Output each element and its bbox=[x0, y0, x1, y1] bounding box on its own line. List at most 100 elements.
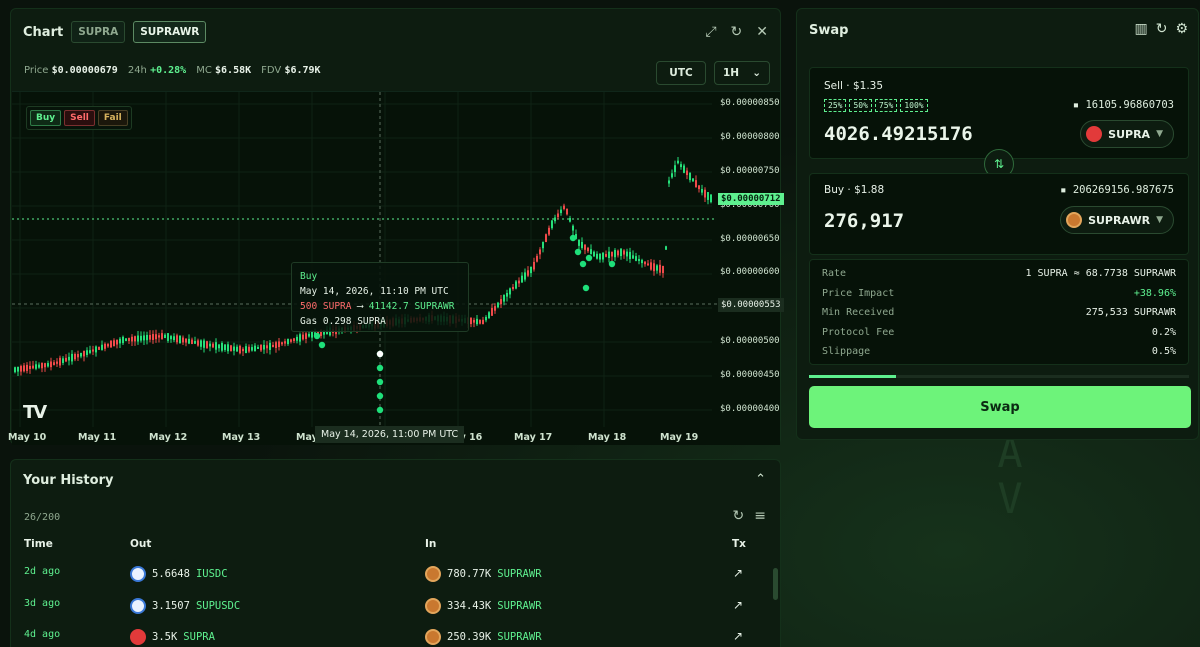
candle-body bbox=[233, 346, 235, 351]
fdv-value: $6.79K bbox=[284, 65, 321, 76]
tradingview-logo-icon[interactable]: TV bbox=[23, 402, 47, 423]
tab-supra[interactable]: SUPRA bbox=[71, 21, 126, 43]
arrow-right-icon: ⟶ bbox=[357, 301, 363, 312]
pct-100-button[interactable]: 100% bbox=[900, 99, 928, 112]
candle-body bbox=[152, 334, 154, 340]
candle-body bbox=[707, 192, 709, 200]
pct-50-button[interactable]: 50% bbox=[849, 99, 872, 112]
swap-button[interactable]: Swap bbox=[809, 386, 1191, 428]
candle-body bbox=[509, 288, 511, 295]
chart-panel: Chart SUPRA SUPRAWR ⤢ ↻ ✕ Price $0.00000… bbox=[8, 8, 784, 445]
slippage-row: Slippage 0.5% bbox=[822, 346, 1176, 357]
candle-body bbox=[263, 344, 265, 350]
in-symbol: SUPRAWR bbox=[497, 600, 542, 612]
candle-body bbox=[23, 365, 25, 372]
timeframe-value: 1H bbox=[723, 67, 740, 79]
suprawr-icon bbox=[425, 598, 441, 614]
chart-toggle-icon[interactable]: ▥ bbox=[1134, 21, 1147, 37]
out-symbol: SUPRA bbox=[183, 631, 215, 643]
candle-body bbox=[710, 194, 712, 203]
sell-token-select[interactable]: SUPRA ▼ bbox=[1080, 120, 1174, 148]
candle-body bbox=[680, 164, 682, 168]
legend-buy[interactable]: Buy bbox=[30, 110, 62, 126]
table-row: 3d ago 3.1507 SUPUSDC 334.43K SUPRAWR ↗ bbox=[11, 590, 771, 621]
candle-body bbox=[539, 249, 541, 255]
pct-75-button[interactable]: 75% bbox=[874, 99, 898, 112]
col-out: Out bbox=[130, 538, 152, 550]
candle-body bbox=[26, 364, 28, 371]
candle-body bbox=[227, 344, 229, 352]
row-time: 2d ago bbox=[24, 566, 61, 577]
candle-body bbox=[122, 336, 124, 344]
in-amount: 334.43K bbox=[447, 600, 492, 612]
min-received-row: Min Received 275,533 SUPRAWR bbox=[822, 307, 1176, 318]
candle-body bbox=[611, 251, 613, 257]
caret-down-icon: ▼ bbox=[1156, 215, 1163, 225]
sell-amount-input[interactable]: 4026.49215176 bbox=[824, 123, 973, 145]
candle-body bbox=[239, 345, 241, 354]
gear-icon[interactable]: ⚙ bbox=[1175, 21, 1188, 37]
candle-body bbox=[641, 259, 643, 264]
external-link-icon[interactable]: ↗ bbox=[733, 598, 743, 612]
refresh-icon[interactable]: ↻ bbox=[733, 508, 745, 524]
candle-body bbox=[56, 361, 58, 364]
candle-body bbox=[74, 354, 76, 360]
candle-body bbox=[275, 342, 277, 348]
candle-body bbox=[44, 363, 46, 368]
candle-body bbox=[137, 335, 139, 342]
candle-body bbox=[68, 356, 70, 361]
candle-body bbox=[596, 253, 598, 259]
expand-icon[interactable]: ⤢ bbox=[705, 24, 716, 40]
external-link-icon[interactable]: ↗ bbox=[733, 629, 743, 643]
candle-body bbox=[290, 339, 292, 342]
change-label: 24h bbox=[127, 65, 147, 76]
close-icon[interactable]: ✕ bbox=[756, 24, 768, 40]
price-value: $0.00000679 bbox=[51, 65, 118, 76]
candle-body bbox=[626, 251, 628, 257]
candle-body bbox=[593, 251, 595, 257]
history-title: Your History bbox=[23, 473, 114, 488]
candle-body bbox=[659, 264, 661, 273]
timeframe-select[interactable]: 1H ⌄ bbox=[714, 61, 770, 85]
candle-body bbox=[257, 346, 259, 350]
candle-body bbox=[92, 349, 94, 352]
candle-body bbox=[608, 251, 610, 259]
legend-sell[interactable]: Sell bbox=[64, 110, 95, 126]
filter-icon[interactable]: ≡ bbox=[754, 508, 766, 524]
buy-token-select[interactable]: SUPRAWR ▼ bbox=[1060, 206, 1174, 234]
x-tick-label: May 17 bbox=[514, 432, 553, 443]
refresh-icon[interactable]: ↻ bbox=[1156, 21, 1168, 37]
refresh-icon[interactable]: ↻ bbox=[731, 24, 743, 40]
mc-label: MC bbox=[196, 65, 212, 76]
tab-suprawr[interactable]: SUPRAWR bbox=[133, 21, 207, 43]
candle-body bbox=[512, 286, 514, 290]
legend-fail[interactable]: Fail bbox=[97, 110, 128, 126]
external-link-icon[interactable]: ↗ bbox=[733, 566, 743, 580]
candle-body bbox=[653, 263, 655, 272]
chevron-up-icon[interactable]: ⌃ bbox=[755, 472, 766, 487]
candle-body bbox=[14, 367, 16, 373]
candle-body bbox=[527, 270, 529, 276]
crosshair-time-tag: May 14, 2026, 11:00 PM UTC bbox=[315, 426, 465, 443]
protocol-fee-label: Protocol Fee bbox=[822, 327, 895, 338]
table-row: 4d ago 3.5K SUPRA 250.39K SUPRAWR ↗ bbox=[11, 621, 771, 647]
x-tick-label: May 12 bbox=[149, 432, 188, 443]
price-impact-label: Price Impact bbox=[822, 288, 895, 299]
rate-row: Rate 1 SUPRA ≈ 68.7738 SUPRAWR bbox=[822, 268, 1176, 279]
candle-body bbox=[542, 241, 544, 249]
buy-marker bbox=[313, 332, 321, 340]
price-chart[interactable]: Buy Sell Fail Buy May 14, 2026, 11:10 PM… bbox=[8, 91, 784, 445]
chart-header: Chart SUPRA SUPRAWR ⤢ ↻ ✕ bbox=[11, 9, 780, 55]
buy-marker bbox=[569, 234, 577, 242]
candle-body bbox=[182, 337, 184, 343]
candle-body bbox=[494, 306, 496, 311]
candle-body bbox=[116, 339, 118, 345]
rate-value: 1 SUPRA ≈ 68.7738 SUPRAWR bbox=[1025, 268, 1176, 279]
candle-body bbox=[647, 263, 649, 266]
history-scrollbar[interactable] bbox=[773, 568, 778, 600]
pct-25-button[interactable]: 25% bbox=[824, 99, 847, 112]
candle-body bbox=[530, 266, 532, 274]
candle-body bbox=[209, 343, 211, 347]
utc-button[interactable]: UTC bbox=[656, 61, 706, 85]
candle-body bbox=[677, 160, 679, 164]
